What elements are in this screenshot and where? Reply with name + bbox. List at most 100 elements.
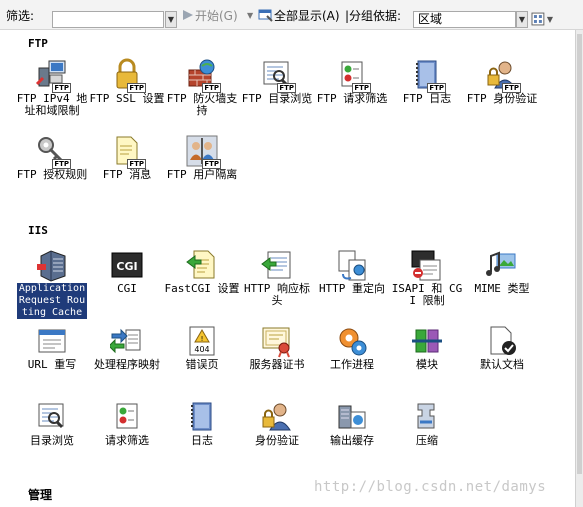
feature-item[interactable]: 请求筛选	[89, 400, 165, 447]
feature-item[interactable]: HTTP 响应标头	[239, 248, 315, 307]
handler-mapping-icon	[108, 324, 144, 358]
feature-item[interactable]: 输出缓存	[314, 400, 390, 447]
view-icon	[531, 12, 545, 26]
ftp-badge: FTP	[52, 83, 71, 93]
error-page-icon: ! 404	[185, 324, 219, 358]
feature-item-label: FTP 身份验证	[466, 92, 538, 105]
feature-item-label: 默认文档	[480, 358, 524, 371]
user-lock-icon	[260, 400, 294, 434]
scrollbar-thumb[interactable]	[577, 34, 582, 474]
ftp-badge: FTP	[202, 159, 221, 169]
message-document-icon: FTP	[110, 134, 146, 169]
certificate-icon	[260, 324, 294, 358]
group-by-dropdown-button[interactable]: ▼	[516, 11, 528, 28]
network-computer-icon: FTP	[35, 58, 71, 93]
feature-item[interactable]: 模块	[389, 324, 465, 371]
feature-item[interactable]: CGI CGI	[89, 248, 165, 295]
ftp-badge: FTP	[352, 83, 371, 93]
group-by-select[interactable]: 区域	[413, 11, 516, 28]
feature-item[interactable]: FTP FTP 目录浏览	[239, 58, 315, 105]
response-header-icon	[260, 248, 294, 282]
feature-item[interactable]: Application Request Routing Cache	[14, 248, 90, 319]
log-book-icon	[185, 400, 219, 434]
feature-item-label: FastCGI 设置	[164, 282, 240, 295]
lock-icon: FTP	[110, 58, 146, 93]
firewall-icon: FTP	[185, 58, 221, 93]
group-by-label: |分组依据:	[345, 8, 402, 23]
feature-item-label: FTP 消息	[102, 168, 152, 181]
feature-item-label: 服务器证书	[249, 358, 305, 371]
feature-item[interactable]: FTP FTP 请求筛选	[314, 58, 390, 105]
key-icon: FTP	[35, 134, 71, 169]
show-all-label: 全部显示(A)	[274, 8, 340, 23]
feature-item[interactable]: ISAPI 和 CGI 限制	[389, 248, 465, 307]
feature-item[interactable]: FTP FTP 身份验证	[464, 58, 540, 105]
start-button[interactable]: 开始(G)	[181, 0, 238, 30]
ftp-badge: FTP	[202, 83, 221, 93]
start-dropdown[interactable]: ▼	[247, 0, 253, 30]
feature-item-label: FTP 授权规则	[16, 168, 88, 181]
filter-input[interactable]	[52, 11, 164, 28]
log-book-icon: FTP	[410, 58, 446, 93]
feature-item[interactable]: 日志	[164, 400, 240, 447]
feature-item-label: ISAPI 和 CGI 限制	[391, 282, 463, 307]
feature-item[interactable]: 工作进程	[314, 324, 390, 371]
feature-item[interactable]: HTTP 重定向	[314, 248, 390, 295]
redirect-icon	[335, 248, 369, 282]
feature-item-label: 目录浏览	[30, 434, 74, 447]
watermark: http://blog.csdn.net/damys	[314, 479, 547, 495]
feature-item-label: URL 重写	[27, 358, 77, 371]
feature-item[interactable]: FTP FTP 授权规则	[14, 134, 90, 181]
ftp-badge: FTP	[127, 159, 146, 169]
compression-icon	[410, 400, 444, 434]
vertical-scrollbar[interactable]	[575, 30, 583, 507]
feature-item-label: HTTP 响应标头	[243, 282, 311, 307]
feature-item[interactable]: FTP FTP 防火墙支持	[164, 58, 240, 117]
feature-item[interactable]: MIME 类型	[464, 248, 540, 295]
feature-item-label: 压缩	[416, 434, 438, 447]
feature-item-label: FTP SSL 设置	[89, 92, 165, 105]
feature-item[interactable]: 默认文档	[464, 324, 540, 371]
start-button-label: 开始(G)	[195, 8, 238, 23]
feature-item-label: 输出缓存	[330, 434, 374, 447]
cgi-icon: CGI	[110, 248, 144, 282]
output-cache-icon	[335, 400, 369, 434]
feature-item[interactable]: ! 404 错误页	[164, 324, 240, 371]
section-title-ftp: FTP	[28, 37, 48, 50]
feature-item[interactable]: 压缩	[389, 400, 465, 447]
error-code-text: 404	[194, 345, 209, 354]
feature-item[interactable]: FTP FTP 消息	[89, 134, 165, 181]
feature-item[interactable]: 目录浏览	[14, 400, 90, 447]
server-icon	[35, 248, 69, 282]
cgi-icon-text: CGI	[116, 260, 137, 273]
feature-item[interactable]: FTP FTP IPv4 地址和域限制	[14, 58, 90, 117]
directory-browse-icon	[35, 400, 69, 434]
feature-item[interactable]: FTP FTP SSL 设置	[89, 58, 165, 105]
feature-item[interactable]: 处理程序映射	[89, 324, 165, 371]
feature-item[interactable]: 身份验证	[239, 400, 315, 447]
directory-browse-icon: FTP	[260, 58, 296, 93]
show-all-icon	[258, 9, 273, 22]
show-all-button[interactable]: 全部显示(A)	[258, 0, 340, 30]
feature-item[interactable]: FTP FTP 日志	[389, 58, 465, 105]
feature-item[interactable]: URL 重写	[14, 324, 90, 371]
feature-item[interactable]: FTP FTP 用户隔离	[164, 134, 240, 181]
feature-item-label: 身份验证	[255, 434, 299, 447]
filter-dropdown-button[interactable]: ▼	[165, 11, 177, 28]
toolbar: 筛选: ▼ 开始(G) ▼ 全部显示(A) |分组依据: 区域 ▼ ▼	[0, 0, 583, 30]
view-mode-button[interactable]: ▼	[531, 10, 553, 28]
chevron-down-icon: ▼	[546, 14, 553, 24]
feature-item[interactable]: 服务器证书	[239, 324, 315, 371]
feature-item[interactable]: FastCGI 设置	[164, 248, 240, 295]
ftp-badge: FTP	[277, 83, 296, 93]
user-lock-icon: FTP	[485, 58, 521, 93]
feature-item-label: CGI	[117, 282, 137, 295]
ftp-badge: FTP	[502, 83, 521, 93]
feature-item-label: 请求筛选	[105, 434, 149, 447]
feature-item-label: 错误页	[185, 358, 219, 371]
feature-item-label: FTP 日志	[402, 92, 452, 105]
filter-label: 筛选:	[6, 8, 35, 23]
feature-item-label: FTP 用户隔离	[166, 168, 238, 181]
feature-item-label: FTP 目录浏览	[241, 92, 313, 105]
feature-item-label: FTP 请求筛选	[316, 92, 388, 105]
